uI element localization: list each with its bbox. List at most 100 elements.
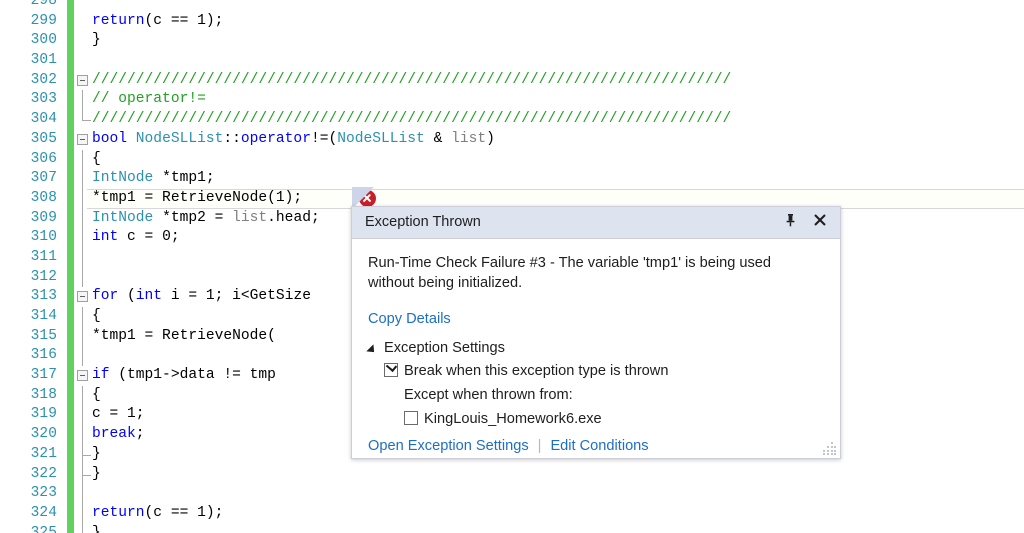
- module-exclusion-checkbox[interactable]: [404, 411, 418, 425]
- code-line[interactable]: 307 IntNode *tmp1;: [0, 169, 1024, 189]
- outlining-margin[interactable]: [76, 208, 92, 229]
- code-line[interactable]: 322 }: [0, 464, 1024, 485]
- outlining-margin[interactable]: [76, 425, 92, 445]
- code-text[interactable]: }: [92, 31, 101, 51]
- outlining-margin[interactable]: [76, 247, 92, 268]
- code-text[interactable]: {: [92, 150, 101, 170]
- code-text[interactable]: int c = 0;: [92, 228, 180, 248]
- change-bar: [67, 149, 74, 170]
- collapse-minus-icon[interactable]: [77, 291, 88, 303]
- outlining-margin[interactable]: [76, 149, 92, 170]
- code-text[interactable]: if (tmp1->data != tmp: [92, 366, 276, 386]
- change-bar: [67, 484, 74, 504]
- code-line[interactable]: 304 ////////////////////////////////////…: [0, 110, 1024, 130]
- outlining-margin[interactable]: [76, 90, 92, 111]
- edit-conditions-link[interactable]: Edit Conditions: [550, 438, 648, 454]
- code-text[interactable]: }: [92, 465, 101, 485]
- outlining-margin[interactable]: [76, 51, 92, 71]
- outlining-margin[interactable]: [76, 0, 92, 12]
- code-text[interactable]: }: [92, 445, 101, 465]
- code-text[interactable]: return(c == 1);: [92, 12, 223, 32]
- code-line[interactable]: 306 {: [0, 149, 1024, 170]
- break-on-exception-checkbox[interactable]: [384, 360, 398, 377]
- code-text[interactable]: *tmp1 = RetrieveNode(: [92, 327, 276, 347]
- collapse-minus-icon[interactable]: [77, 133, 88, 145]
- copy-details-link[interactable]: Copy Details: [368, 311, 451, 327]
- code-text[interactable]: IntNode *tmp1;: [92, 169, 215, 189]
- code-line[interactable]: 299 return(c == 1);: [0, 11, 1024, 32]
- code-text[interactable]: // operator!=: [92, 90, 206, 110]
- line-number: 316: [30, 347, 57, 364]
- code-token: .head;: [267, 209, 320, 226]
- break-on-exception-row[interactable]: Break when this exception type is thrown: [368, 360, 824, 381]
- outlining-margin[interactable]: [76, 228, 92, 248]
- code-text[interactable]: bool NodeSLList::operator!=(NodeSLList &…: [92, 130, 495, 150]
- code-text[interactable]: break;: [92, 425, 145, 445]
- code-token: {: [92, 386, 101, 403]
- code-text[interactable]: }: [92, 524, 101, 533]
- outlining-margin[interactable]: [76, 169, 92, 189]
- code-token: ////////////////////////////////////////…: [92, 71, 732, 88]
- exception-thrown-popup[interactable]: Exception Thrown Run-Time Check Failure …: [351, 206, 841, 459]
- outlining-guide-line: [82, 90, 83, 111]
- line-number: 303: [30, 91, 57, 108]
- line-number: 323: [30, 485, 57, 502]
- outlining-margin[interactable]: [76, 188, 92, 209]
- code-token: NodeSLList: [135, 130, 224, 147]
- outlining-margin[interactable]: [76, 464, 92, 485]
- code-text[interactable]: ////////////////////////////////////////…: [92, 71, 731, 91]
- code-text[interactable]: IntNode *tmp2 = list.head;: [92, 209, 320, 229]
- code-line[interactable]: 323: [0, 484, 1024, 504]
- code-token: i = 1; i<GetSize: [162, 288, 311, 305]
- outlining-margin[interactable]: [76, 71, 92, 91]
- code-text[interactable]: return(c == 1);: [92, 504, 223, 524]
- code-text[interactable]: for (int i = 1; i<GetSize: [92, 287, 311, 307]
- outlining-margin[interactable]: [76, 130, 92, 150]
- code-text[interactable]: *tmp1 = RetrieveNode(1);: [92, 189, 302, 209]
- code-line[interactable]: 301: [0, 51, 1024, 71]
- outlining-margin[interactable]: [76, 366, 92, 386]
- outlining-margin[interactable]: [76, 326, 92, 347]
- open-exception-settings-link[interactable]: Open Exception Settings: [368, 438, 529, 454]
- code-line[interactable]: 300 }: [0, 31, 1024, 52]
- code-text[interactable]: c = 1;: [92, 405, 145, 425]
- code-line[interactable]: 298: [0, 0, 1024, 12]
- code-token: *tmp2 =: [153, 209, 233, 226]
- code-text[interactable]: ////////////////////////////////////////…: [92, 110, 731, 130]
- outlining-margin[interactable]: [76, 503, 92, 524]
- outlining-margin[interactable]: [76, 267, 92, 288]
- outlining-margin[interactable]: [76, 31, 92, 51]
- resize-grip-icon[interactable]: [823, 442, 836, 455]
- pin-icon[interactable]: [782, 212, 802, 234]
- outlining-margin[interactable]: [76, 484, 92, 504]
- grip-dot: [834, 453, 836, 455]
- code-text[interactable]: {: [92, 307, 101, 327]
- outlining-margin[interactable]: [76, 405, 92, 426]
- line-number: 300: [30, 32, 57, 49]
- exception-settings-heading[interactable]: Exception Settings: [366, 340, 824, 356]
- code-line[interactable]: 324 return(c == 1);: [0, 503, 1024, 524]
- code-text[interactable]: {: [92, 386, 101, 406]
- collapse-minus-icon[interactable]: [77, 370, 88, 382]
- code-line[interactable]: 305 bool NodeSLList::operator!=(NodeSLLis…: [0, 129, 1024, 150]
- outlining-margin[interactable]: [76, 346, 92, 367]
- outlining-guide-line: [82, 484, 83, 504]
- outlining-margin[interactable]: [76, 110, 92, 130]
- module-exclusion-row[interactable]: KingLouis_Homework6.exe: [368, 409, 824, 429]
- collapse-minus-icon[interactable]: [77, 74, 88, 86]
- code-token: &: [424, 130, 452, 147]
- code-line[interactable]: 302 /////////////////////////////////////…: [0, 70, 1024, 91]
- code-line[interactable]: 325}: [0, 523, 1024, 533]
- close-icon[interactable]: [812, 212, 832, 234]
- outlining-margin[interactable]: [76, 12, 92, 32]
- code-token: int: [92, 229, 119, 246]
- code-token: ::: [223, 130, 241, 147]
- outlining-margin[interactable]: [76, 307, 92, 327]
- line-number: 304: [30, 111, 57, 128]
- outlining-margin[interactable]: [76, 287, 92, 307]
- outlining-margin[interactable]: [76, 523, 92, 533]
- outlining-margin[interactable]: [76, 385, 92, 406]
- code-line[interactable]: 303 // operator!=: [0, 90, 1024, 111]
- code-token: break: [92, 426, 136, 443]
- outlining-margin[interactable]: [76, 444, 92, 465]
